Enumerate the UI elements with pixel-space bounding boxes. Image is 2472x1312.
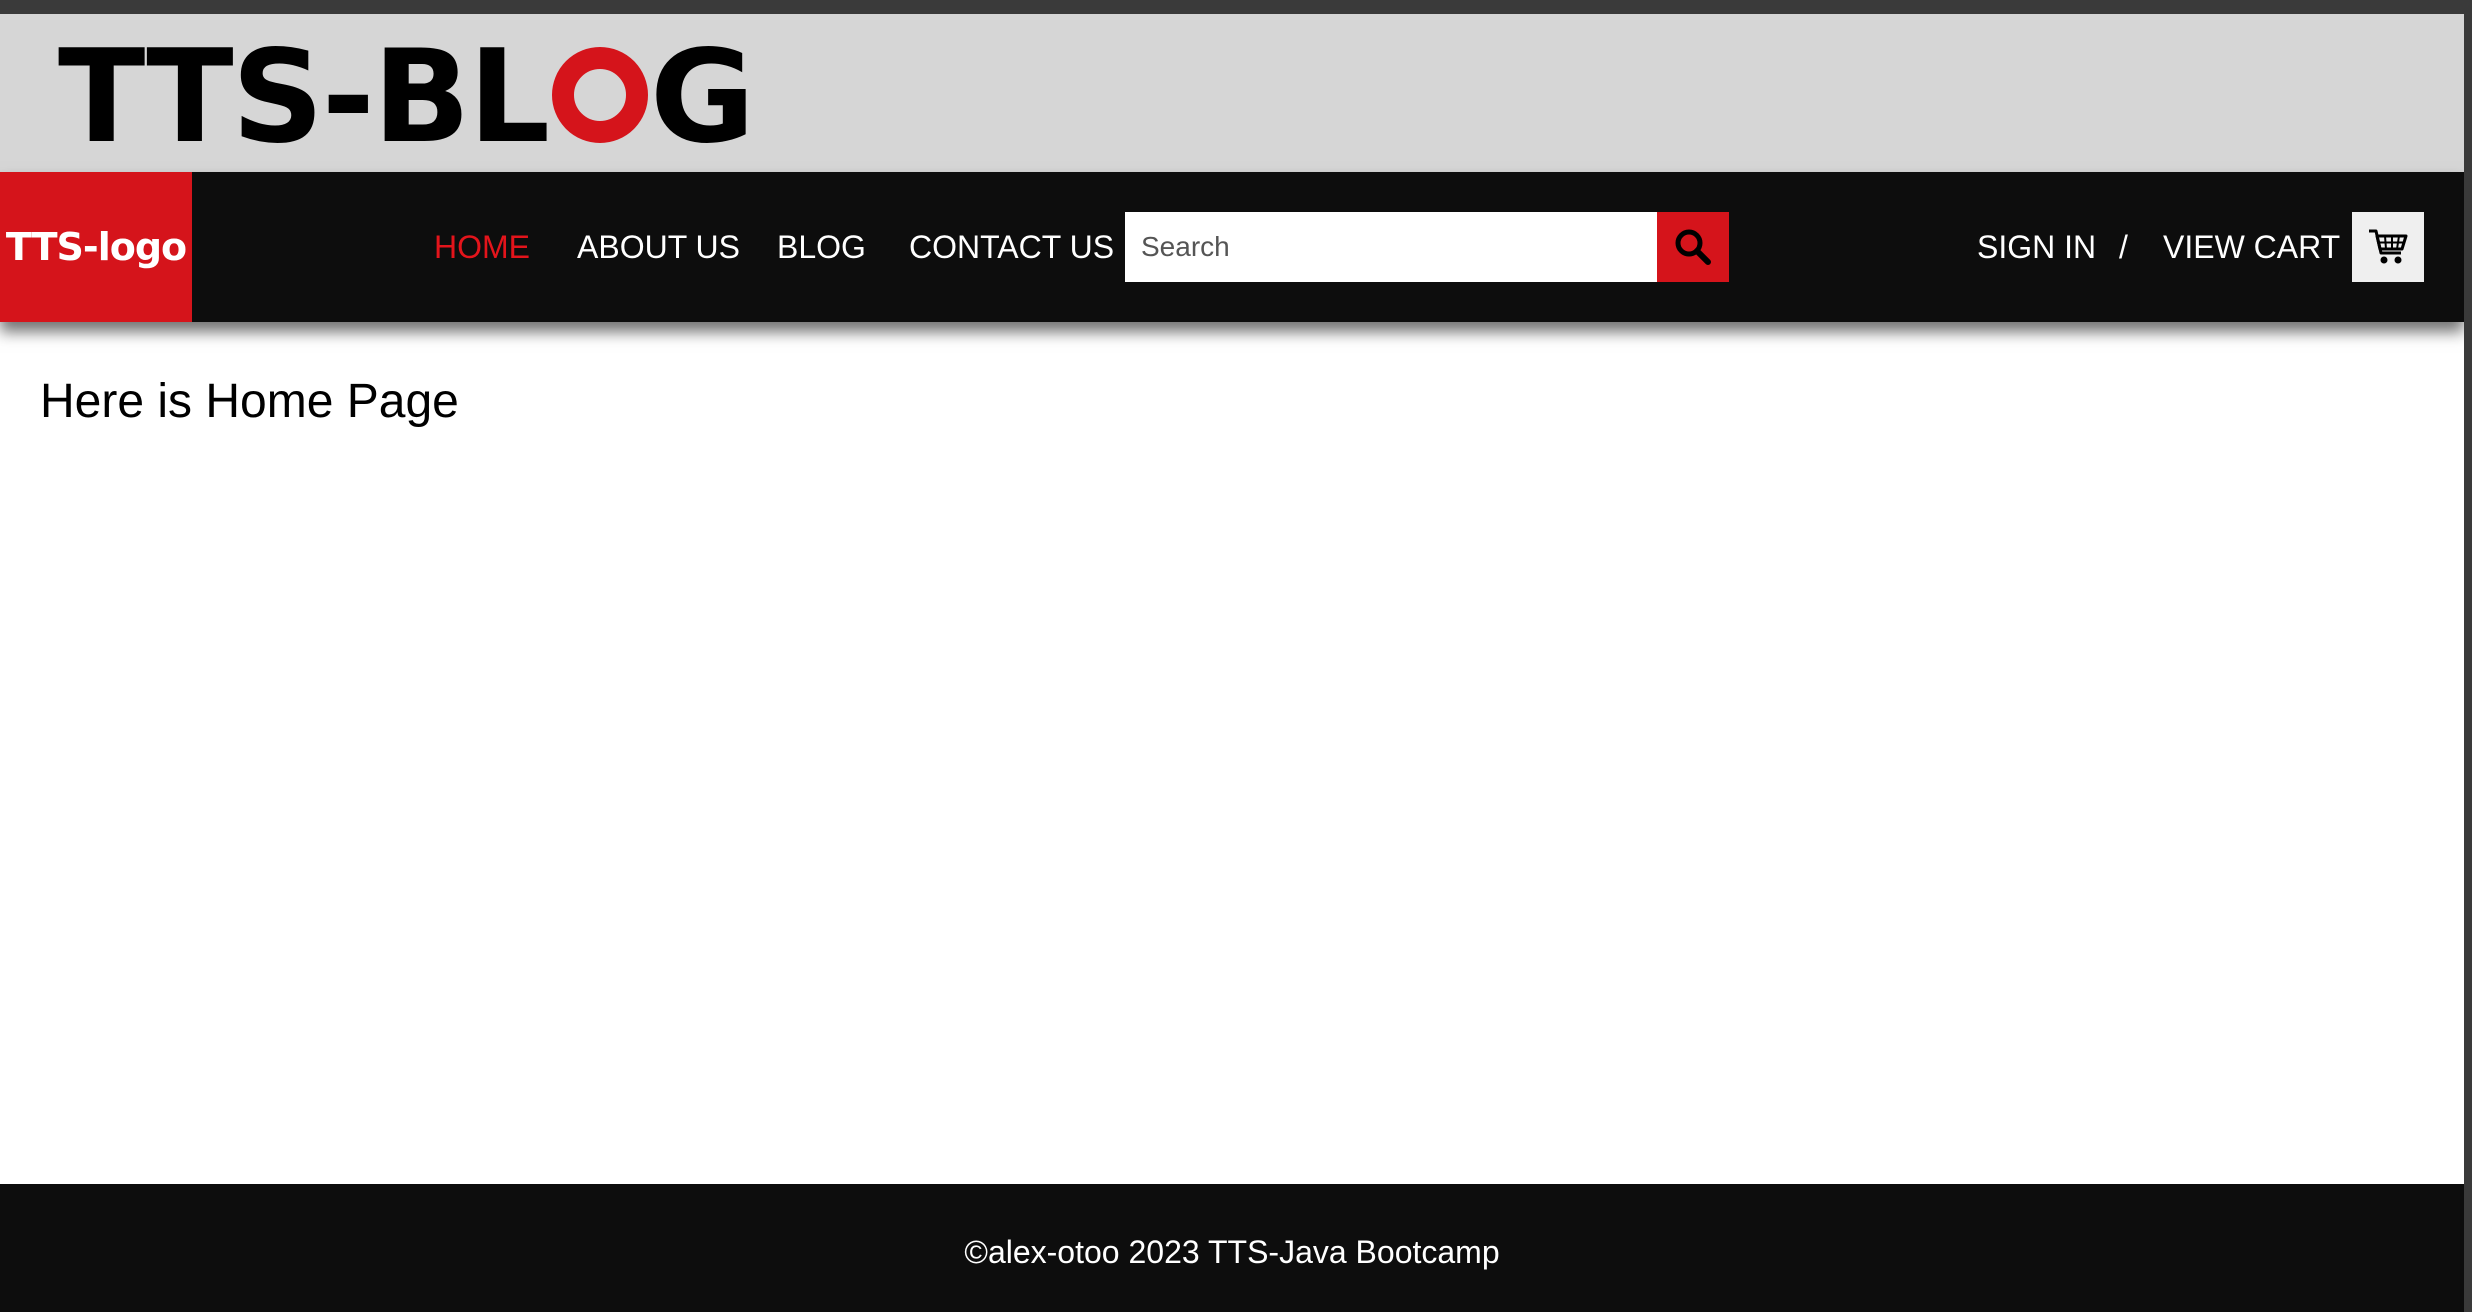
nav-link-home[interactable]: HOME <box>434 172 530 322</box>
top-strip <box>0 0 2464 14</box>
brand-logo[interactable]: TTS-BLOG <box>58 34 755 162</box>
sign-in-link[interactable]: SIGN IN <box>1977 172 2096 322</box>
site-footer: ©alex-otoo 2023 TTS-Java Bootcamp <box>0 1184 2464 1312</box>
search-button[interactable] <box>1657 212 1729 282</box>
search-icon <box>1675 229 1711 265</box>
page-heading: Here is Home Page <box>40 375 459 428</box>
page: TTS-BLOG TTS-logo HOME ABOUT US BLOG CON… <box>0 0 2464 1312</box>
nav-logo[interactable]: TTS-logo <box>0 172 192 322</box>
footer-copyright: ©alex-otoo 2023 TTS-Java Bootcamp <box>964 1233 1500 1270</box>
brand-o-ring: O <box>552 47 648 143</box>
site-banner: TTS-BLOG <box>0 14 2464 172</box>
nav-separator: / <box>2119 229 2128 265</box>
shopping-cart-icon <box>2369 229 2408 264</box>
nav-link-about-us[interactable]: ABOUT US <box>577 172 740 322</box>
view-cart-link[interactable]: VIEW CART <box>2163 172 2340 322</box>
brand-text-prefix: TTS-BL <box>58 23 550 172</box>
nav-link-contact-us[interactable]: CONTACT US <box>909 172 1114 322</box>
nav-link-blog[interactable]: BLOG <box>777 172 866 322</box>
cart-button[interactable] <box>2352 212 2424 282</box>
brand-text-suffix: G <box>650 23 755 172</box>
search-input[interactable] <box>1125 212 1657 282</box>
search-bar <box>1125 212 1729 282</box>
main-navbar: TTS-logo HOME ABOUT US BLOG CONTACT US S… <box>0 172 2464 322</box>
